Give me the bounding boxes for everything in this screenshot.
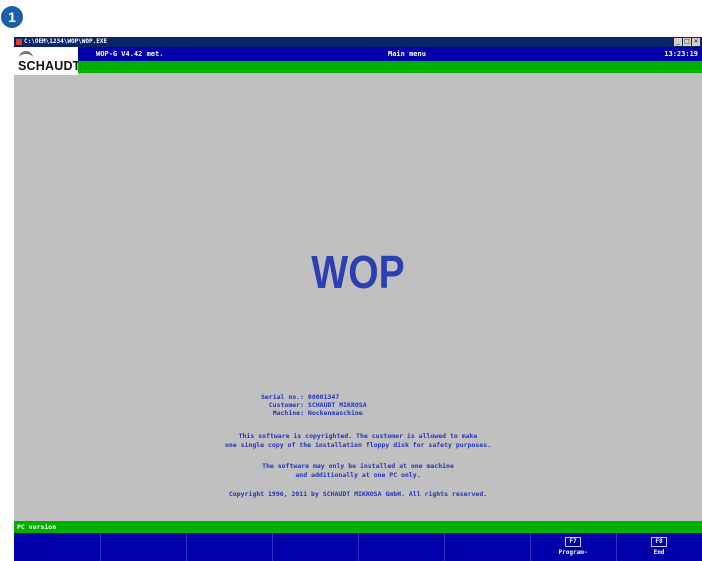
minimize-icon[interactable]: _ (674, 38, 682, 46)
maximize-icon[interactable]: □ (683, 38, 691, 46)
clock: 13:23:19 (664, 50, 698, 58)
f8-key-label: F8 (651, 537, 667, 547)
f8-action-label: End (653, 549, 665, 556)
f7-key-label: F7 (565, 537, 581, 547)
software-version: WOP-G V4.42 met. (96, 50, 164, 58)
close-icon[interactable]: × (692, 38, 700, 46)
machine-value: Nockenmaschine (307, 409, 363, 417)
serial-no-label: Serial no.: (260, 393, 304, 401)
fkey-divider (272, 533, 273, 561)
fkey-divider (444, 533, 445, 561)
header-bar: WOP-G V4.42 met. Main menu 13:23:19 (78, 47, 702, 61)
logo-text: SCHAUDT (18, 59, 81, 73)
serial-no-row: Serial no.: 00001347 (230, 393, 339, 401)
copyright-notice-line-1: This software is copyrighted. The custom… (238, 432, 478, 440)
step-number-badge: 1 (1, 6, 23, 28)
fkey-divider (186, 533, 187, 561)
window-controls: _ □ × (674, 38, 700, 46)
serial-no-value: 00001347 (307, 393, 340, 401)
app-name-heading: WOP (311, 246, 405, 298)
f7-action-label: Program- (558, 549, 588, 556)
header-green-bar (78, 61, 702, 73)
screen-title: Main menu (388, 50, 426, 58)
f7-program-button[interactable]: F7 Program- (530, 537, 616, 556)
app-system-icon[interactable] (16, 39, 22, 45)
fkey-divider (358, 533, 359, 561)
function-key-bar: F7 Program- F8 End (14, 533, 702, 561)
customer-label: Customer: (268, 401, 304, 409)
machine-row: Machine: Nockenmaschine (230, 409, 363, 417)
install-notice-line-1: The software may only be installed at on… (262, 462, 454, 470)
install-notice-line-2: and additionally at one PC only. (295, 471, 421, 479)
fkey-divider (100, 533, 101, 561)
window-title: C:\OEM\1234\WOP\WOP.EXE (24, 38, 108, 45)
window-titlebar[interactable]: C:\OEM\1234\WOP\WOP.EXE _ □ × (14, 37, 702, 47)
copyright-notice-line-2: one single copy of the installation flop… (224, 441, 492, 449)
status-bar: PC version (14, 521, 702, 533)
status-text: PC version (17, 523, 57, 531)
copyright-line: Copyright 1996, 2011 by SCHAUDT MIKROSA … (228, 490, 488, 498)
f8-end-button[interactable]: F8 End (616, 537, 702, 556)
customer-row: Customer: SCHAUDT MIKROSA (230, 401, 367, 409)
application-window: C:\OEM\1234\WOP\WOP.EXE _ □ × SCHAUDT WO… (14, 37, 702, 561)
customer-value: SCHAUDT MIKROSA (307, 401, 367, 409)
schaudt-logo: SCHAUDT (14, 47, 81, 75)
machine-label: Machine: (272, 409, 304, 417)
